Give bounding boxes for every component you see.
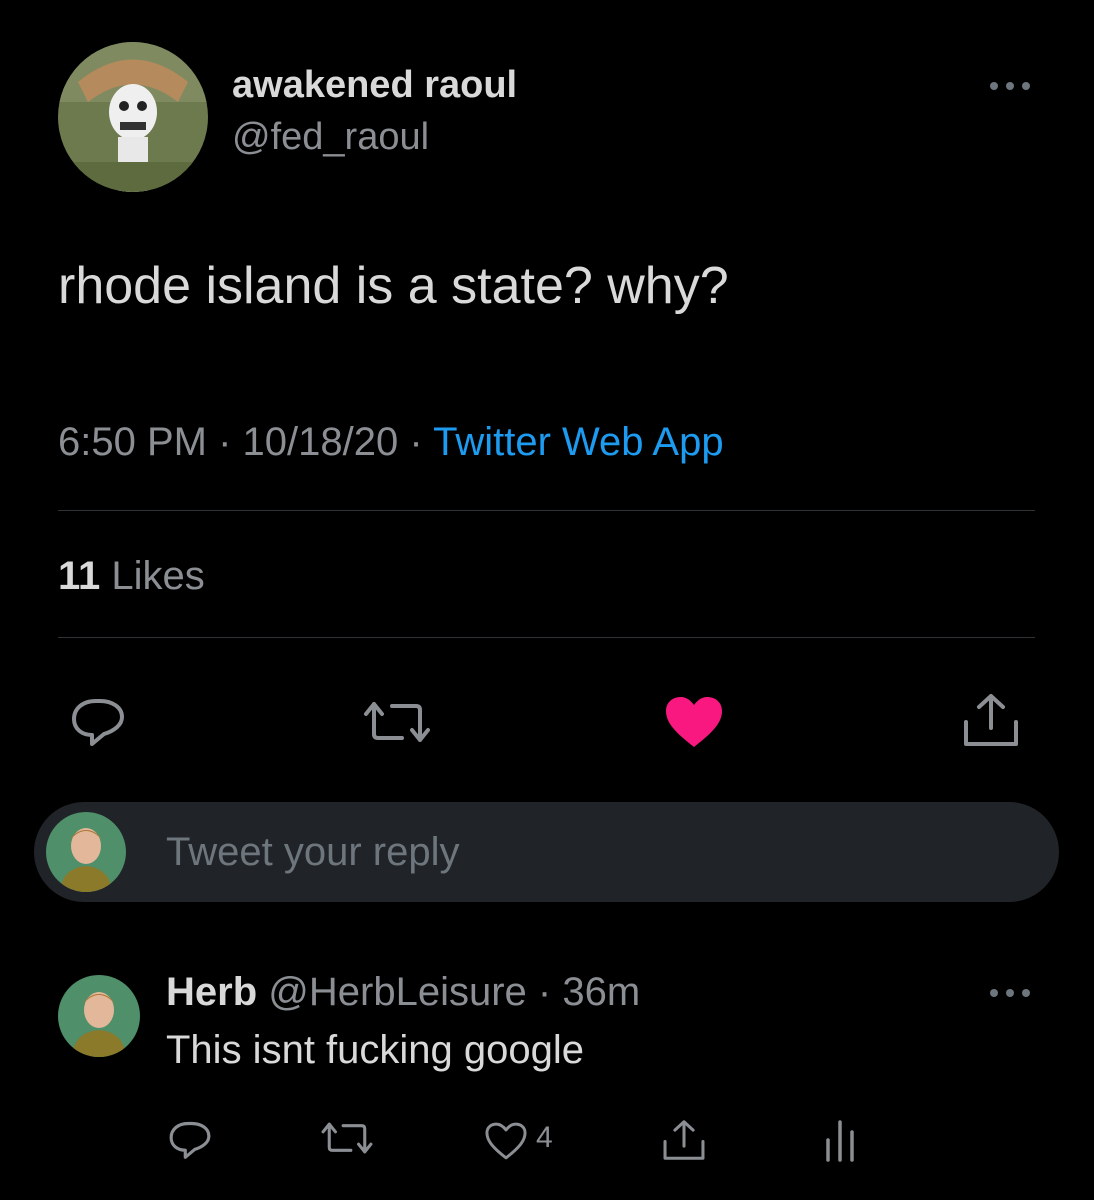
retweet-icon[interactable] [362, 700, 432, 744]
comment-text: This isnt fucking google [166, 1028, 585, 1072]
divider [58, 637, 1035, 638]
current-user-avatar [46, 812, 126, 892]
likes-count: 11 [58, 554, 101, 598]
reply-input-placeholder[interactable]: Tweet your reply [166, 830, 459, 875]
commenter-handle[interactable]: @HerbLeisure [268, 970, 527, 1014]
tweet-source-link[interactable]: Twitter Web App [433, 420, 724, 464]
reply-icon[interactable] [70, 697, 126, 747]
more-horizontal-icon[interactable] [988, 78, 1032, 92]
comment-header: Herb @HerbLeisure · 36m [166, 970, 640, 1015]
reply-icon[interactable] [168, 1120, 212, 1160]
tweet-metadata: 6:50 PM · 10/18/20 · Twitter Web App [58, 420, 724, 465]
tweet-time: 6:50 PM [58, 420, 207, 464]
retweet-icon[interactable] [320, 1121, 374, 1155]
tweet-text: rhode island is a state? why? [58, 257, 729, 315]
likes-stat[interactable]: 11 Likes [58, 554, 205, 599]
likes-label: Likes [111, 554, 205, 598]
heart-filled-icon[interactable] [664, 695, 724, 749]
share-icon[interactable] [962, 692, 1020, 748]
heart-outline-icon[interactable] [484, 1121, 528, 1161]
meta-separator: · [409, 420, 423, 464]
analytics-icon[interactable] [822, 1118, 858, 1162]
commenter-avatar[interactable] [58, 975, 140, 1057]
commenter-name[interactable]: Herb [166, 970, 257, 1014]
more-horizontal-icon[interactable] [988, 985, 1032, 999]
divider [58, 510, 1035, 511]
comment-like-count: 4 [536, 1121, 553, 1154]
author-display-name[interactable]: awakened raoul [232, 64, 517, 107]
author-avatar[interactable] [58, 42, 208, 192]
share-icon[interactable] [662, 1118, 706, 1162]
comment-time[interactable]: 36m [562, 970, 640, 1014]
meta-separator: · [218, 420, 232, 464]
tweet-date[interactable]: 10/18/20 [243, 420, 399, 464]
meta-separator: · [537, 970, 552, 1014]
author-handle[interactable]: @fed_raoul [232, 116, 429, 159]
